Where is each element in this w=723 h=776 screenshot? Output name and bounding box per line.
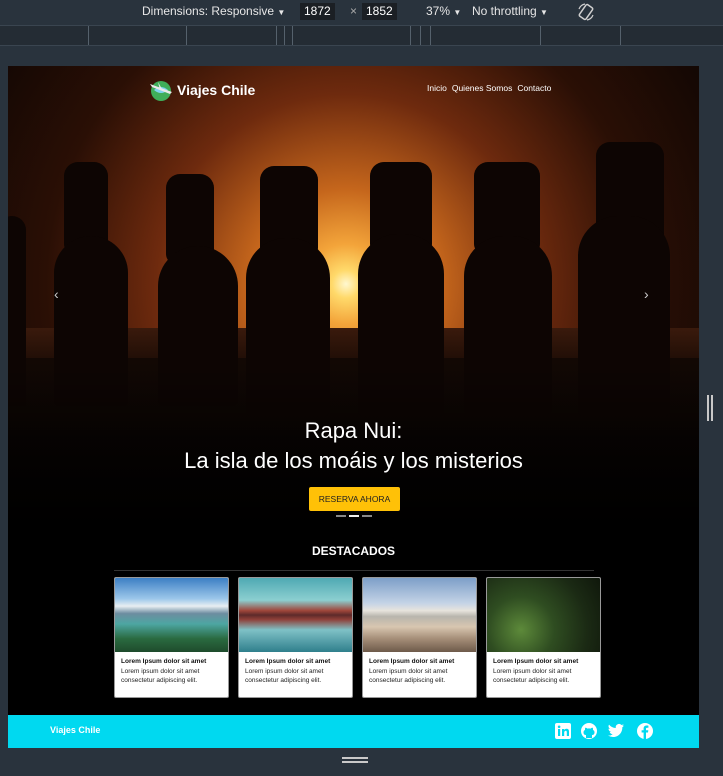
chevron-down-icon: ▼ (277, 8, 286, 17)
card-title: Lorem Ipsum dolor sit amet (369, 658, 455, 665)
carousel-next-icon[interactable]: › (644, 286, 649, 302)
featured-cards: Lorem Ipsum dolor sit amet Lorem ipsum d… (114, 577, 601, 698)
card[interactable]: Lorem Ipsum dolor sit amet Lorem ipsum d… (114, 577, 229, 698)
section-title: DESTACADOS (311, 544, 396, 558)
card-image-mountains-lake (115, 578, 228, 652)
card[interactable]: Lorem Ipsum dolor sit amet Lorem ipsum d… (362, 577, 477, 698)
media-query-ruler[interactable] (0, 25, 723, 46)
zoom-select[interactable]: 37% ▼ (426, 4, 461, 18)
width-input[interactable]: 1872 (300, 3, 335, 20)
carousel-indicators (336, 515, 372, 517)
zoom-label: 37% (426, 4, 451, 18)
carousel-indicator[interactable] (362, 515, 372, 517)
brand-name: Viajes Chile (177, 82, 256, 98)
nav-link-contacto[interactable]: Contacto (517, 83, 551, 93)
facebook-icon[interactable] (636, 722, 654, 740)
card-image-mountain-reflection (239, 578, 352, 652)
resize-handle-bottom[interactable] (342, 757, 368, 765)
rotate-icon[interactable] (576, 2, 596, 22)
card-title: Lorem Ipsum dolor sit amet (245, 658, 331, 665)
brand-link[interactable]: Viajes Chile (148, 78, 255, 102)
hero-title-line-1: Rapa Nui: (304, 418, 403, 443)
card-text: Lorem ipsum dolor sit amet consectetur a… (121, 668, 200, 684)
page-viewport: Viajes Chile Inicio Quienes Somos Contac… (8, 66, 699, 748)
throttling-label: No throttling (472, 4, 537, 18)
card-text: Lorem ipsum dolor sit amet consectetur a… (245, 668, 324, 684)
nav-link-inicio[interactable]: Inicio (427, 83, 447, 93)
github-icon[interactable] (580, 722, 598, 740)
chevron-down-icon: ▼ (453, 8, 462, 17)
hero-carousel: Viajes Chile Inicio Quienes Somos Contac… (8, 66, 699, 526)
card[interactable]: Lorem Ipsum dolor sit amet Lorem ipsum d… (238, 577, 353, 698)
times-symbol: × (350, 4, 358, 18)
card-title: Lorem Ipsum dolor sit amet (493, 658, 579, 665)
hero-title-line-2: La isla de los moáis y los misterios (184, 448, 523, 473)
carousel-indicator-active[interactable] (349, 515, 359, 517)
carousel-indicator[interactable] (336, 515, 346, 517)
dimensions-select[interactable]: Dimensions: Responsive ▼ (142, 4, 285, 18)
dimensions-label: Dimensions: Responsive (142, 4, 275, 18)
height-input[interactable]: 1852 (362, 3, 397, 20)
nav-link-quienes-somos[interactable]: Quienes Somos (452, 83, 512, 93)
resize-handle-right[interactable] (707, 395, 713, 421)
reserva-ahora-button[interactable]: RESERVA AHORA (309, 487, 400, 511)
twitter-icon[interactable] (607, 722, 625, 740)
footer-brand[interactable]: Viajes Chile (50, 725, 100, 735)
card-image-forest (487, 578, 600, 652)
globe-plane-icon (150, 81, 172, 101)
devtools-toolbar: Dimensions: Responsive ▼ 1872 × 1852 37%… (0, 0, 723, 25)
site-footer: Viajes Chile (8, 715, 699, 748)
card-title: Lorem Ipsum dolor sit amet (121, 658, 207, 665)
linkedin-icon[interactable] (554, 722, 572, 740)
card-text: Lorem ipsum dolor sit amet consectetur a… (493, 668, 572, 684)
divider (114, 570, 594, 571)
card[interactable]: Lorem Ipsum dolor sit amet Lorem ipsum d… (486, 577, 601, 698)
main-nav: Inicio Quienes Somos Contacto (427, 83, 551, 93)
carousel-prev-icon[interactable]: ‹ (54, 286, 59, 302)
chevron-down-icon: ▼ (540, 8, 548, 17)
card-image-salt-flats (363, 578, 476, 652)
throttling-select[interactable]: No throttling ▼ (472, 4, 548, 18)
card-text: Lorem ipsum dolor sit amet consectetur a… (369, 668, 448, 684)
